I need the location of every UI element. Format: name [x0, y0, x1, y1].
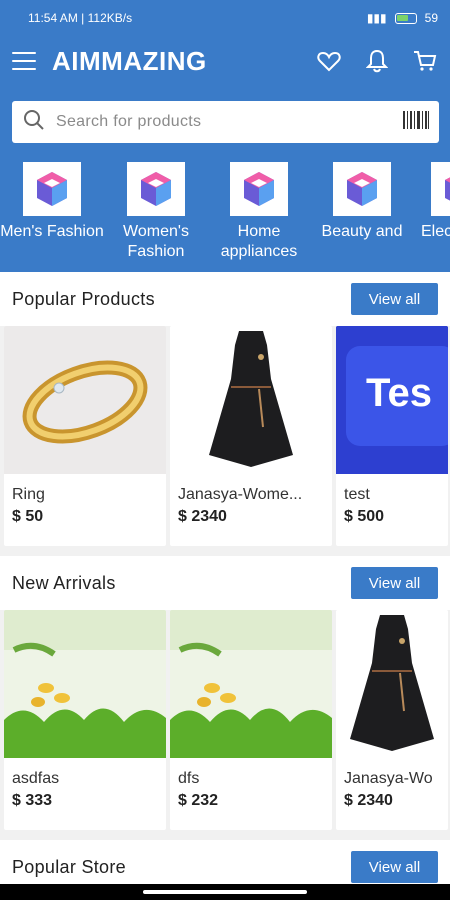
product-price: $ 2340 — [178, 508, 227, 525]
view-all-button[interactable]: View all — [351, 851, 438, 883]
category-item[interactable]: Home appliances — [207, 162, 311, 262]
status-right: ▮▮▮ 59 — [367, 11, 438, 25]
product-name: Janasya-Wome... — [178, 486, 303, 503]
grass-image — [170, 610, 332, 758]
barcode-icon[interactable] — [403, 110, 429, 134]
product-price: $ 232 — [178, 792, 219, 809]
toolbar: AIMMAZING — [0, 36, 450, 86]
battery-icon — [394, 12, 417, 24]
app-logo: AIMMAZING — [52, 45, 207, 76]
section-title: New Arrivals — [12, 572, 116, 593]
battery-percent: 59 — [424, 11, 438, 25]
category-item[interactable]: Men's Fashion — [0, 162, 104, 242]
category-label: Home appliances — [220, 223, 298, 260]
grass-image — [4, 610, 166, 758]
product-name: test — [344, 486, 370, 503]
category-list: Men's Fashion Women's Fashion Home appli… — [0, 162, 450, 272]
popular-store-header: Popular Store View all — [0, 840, 450, 884]
test-key-image: Tes — [336, 326, 448, 474]
heart-icon[interactable] — [316, 48, 342, 74]
new-arrivals-row: asdfas $ 333 dfs $ 232 Janasya-Wo $ 2340 — [0, 610, 450, 830]
product-image — [4, 326, 166, 474]
category-label: Beauty and — [321, 223, 403, 240]
toolbar-actions — [316, 48, 438, 74]
category-box-icon — [431, 162, 450, 216]
product-card[interactable]: Janasya-Wo $ 2340 — [336, 610, 448, 830]
signal-icon: ▮▮▮ — [366, 11, 387, 25]
dress-image — [209, 331, 293, 467]
new-arrivals-header: New Arrivals View all — [0, 556, 450, 610]
product-name: asdfas — [12, 770, 60, 787]
section-title: Popular Products — [12, 288, 155, 309]
status-time: 11:54 AM — [28, 11, 78, 25]
status-left: 11:54 AM | 112KB/s — [28, 11, 133, 25]
search-bar[interactable]: Search for products — [12, 101, 439, 143]
bell-icon[interactable] — [364, 48, 390, 74]
popular-products-row: Ring $ 50 Janasya-Wome... $ 2340 Tes tes… — [0, 326, 450, 546]
view-all-button[interactable]: View all — [351, 283, 438, 315]
product-name: Janasya-Wo — [344, 770, 433, 787]
product-card[interactable]: Tes test $ 500 — [336, 326, 448, 546]
status-bar: 11:54 AM | 112KB/s ▮▮▮ 59 — [0, 0, 450, 36]
popular-products-header: Popular Products View all — [0, 272, 450, 326]
search-input[interactable]: Search for products — [56, 113, 403, 131]
search-icon — [22, 108, 46, 137]
category-box-icon — [23, 162, 81, 216]
category-label: Men's Fashion — [0, 223, 104, 240]
home-gesture-handle[interactable] — [143, 890, 307, 894]
cart-icon[interactable] — [412, 48, 438, 74]
product-image — [170, 326, 332, 474]
status-speed: 112KB/s — [87, 11, 133, 25]
product-name: dfs — [178, 770, 200, 787]
view-all-button[interactable]: View all — [351, 567, 438, 599]
product-image: Tes — [336, 326, 448, 474]
product-image — [336, 610, 448, 758]
product-card[interactable]: dfs $ 232 — [170, 610, 332, 830]
product-price: $ 2340 — [344, 792, 393, 809]
ring-image — [22, 360, 148, 444]
product-price: $ 333 — [12, 792, 53, 809]
section-title: Popular Store — [12, 856, 126, 877]
product-card[interactable]: asdfas $ 333 — [4, 610, 166, 830]
menu-icon[interactable] — [12, 52, 36, 70]
category-item[interactable]: Beauty and — [310, 162, 414, 242]
product-card[interactable]: Ring $ 50 — [4, 326, 166, 546]
product-name: Ring — [12, 486, 45, 503]
product-image — [170, 610, 332, 758]
svg-text:Tes: Tes — [366, 371, 432, 415]
category-item[interactable]: Women's Fashion — [104, 162, 208, 262]
category-item[interactable]: Elec — [413, 162, 450, 242]
product-price: $ 50 — [12, 508, 44, 525]
system-nav-bar — [0, 884, 450, 900]
category-label: Elec — [421, 223, 450, 240]
dress-image — [350, 615, 434, 751]
category-box-icon — [333, 162, 391, 216]
app-header: AIMMAZING Search for products Men's Fash… — [0, 36, 450, 272]
category-label: Women's Fashion — [123, 223, 189, 260]
product-image — [4, 610, 166, 758]
product-price: $ 500 — [344, 508, 385, 525]
category-box-icon — [230, 162, 288, 216]
product-card[interactable]: Janasya-Wome... $ 2340 — [170, 326, 332, 546]
category-box-icon — [127, 162, 185, 216]
